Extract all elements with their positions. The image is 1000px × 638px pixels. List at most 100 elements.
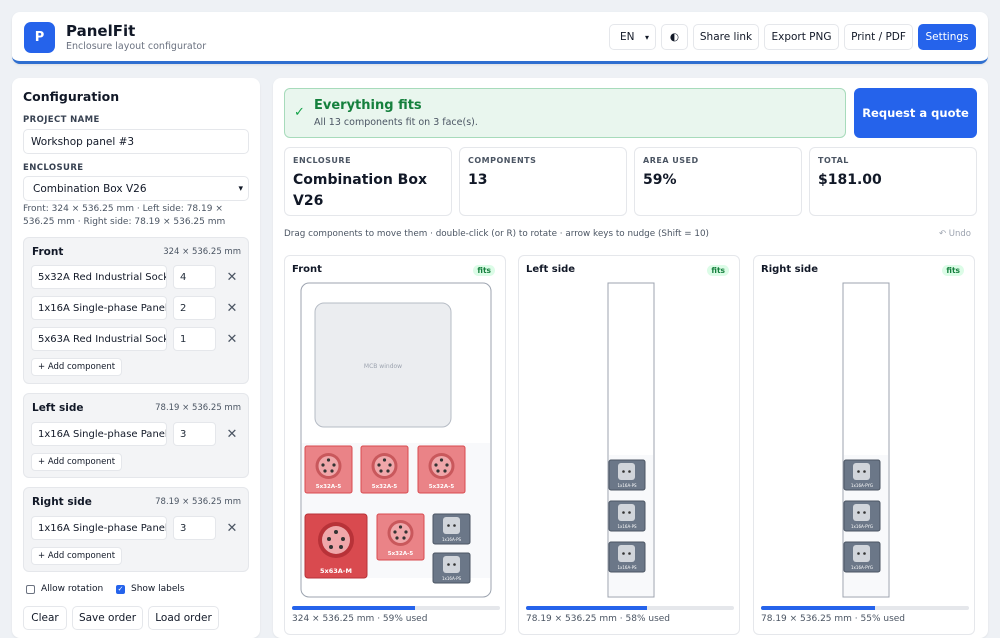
socket-label: 5x63A-M xyxy=(320,567,352,575)
checkbox-box[interactable] xyxy=(26,584,35,594)
socket-5x32a[interactable]: 5x32A-5 xyxy=(417,445,466,494)
face-group-left-side: Left side 78.19 × 536.25 mm 1x16A Single… xyxy=(23,393,249,478)
component-name-input[interactable]: 1x16A Single-phase Panel Socket xyxy=(31,422,167,446)
configuration-sidebar: Configuration PROJECT NAME Workshop pane… xyxy=(12,78,260,638)
component-qty-input[interactable]: 3 xyxy=(173,516,216,540)
component-name-input[interactable]: 1x16A Single-phase Panel Socket xyxy=(31,296,167,320)
face-name: Front xyxy=(32,246,64,258)
component-qty-input[interactable]: 3 xyxy=(173,422,216,446)
face-panel-front: Front fits MCB window 5x32A-5 5x32A-5 5x… xyxy=(284,255,506,635)
stat-label: AREA USED xyxy=(643,156,699,165)
allow-rotation-label: Allow rotation xyxy=(41,584,104,594)
remove-component-close-icon[interactable]: ✕ xyxy=(225,516,239,540)
left-face-canvas: 1x16A-PS 1x16A-PS 1x16A-PS xyxy=(607,282,655,598)
enclosure-select[interactable]: Combination Box V26 ▾ xyxy=(23,176,249,201)
face-panel-right-side: Right side fits 1x16A-PYG 1x16A-PYG 1x16… xyxy=(753,255,975,635)
app-subtitle: Enclosure layout configurator xyxy=(66,41,207,52)
socket-5x32a[interactable]: 5x32A-5 xyxy=(360,445,409,494)
face-group-front: Front 324 × 536.25 mm 5x32A Red Industri… xyxy=(23,237,249,384)
socket-label: 1x16A-PS xyxy=(617,524,637,529)
component-qty-input[interactable]: 2 xyxy=(173,296,216,320)
socket-1x16a[interactable]: 1x16A-PYG xyxy=(843,500,881,532)
component-name-input[interactable]: 5x63A Red Industrial Socket xyxy=(31,327,167,351)
chevron-down-icon: ▾ xyxy=(644,32,649,42)
remove-component-close-icon[interactable]: ✕ xyxy=(225,296,239,320)
check-icon: ✓ xyxy=(294,105,305,120)
socket-label: 1x16A-PYG xyxy=(851,483,873,488)
stat-value: 59% xyxy=(643,172,677,188)
show-labels-label: Show labels xyxy=(131,584,185,594)
add-component-button[interactable]: + Add component xyxy=(31,358,123,376)
stat-label: COMPONENTS xyxy=(468,156,537,165)
socket-1x16a[interactable]: 1x16A-PS xyxy=(608,500,646,532)
socket-1x16a[interactable]: 1x16A-PS xyxy=(608,541,646,573)
enclosure-label: ENCLOSURE xyxy=(23,163,84,173)
socket-1x16a[interactable]: 1x16A-PYG xyxy=(843,541,881,573)
usage-bar-fill xyxy=(292,606,415,610)
stat-card-components: COMPONENTS 13 xyxy=(459,147,627,216)
stat-label: ENCLOSURE xyxy=(293,156,352,165)
right-face-canvas: 1x16A-PYG 1x16A-PYG 1x16A-PYG xyxy=(842,282,890,598)
undo-button[interactable]: ↶ Undo xyxy=(939,229,971,239)
socket-label: 1x16A-PYG xyxy=(851,565,873,570)
add-component-button[interactable]: + Add component xyxy=(31,547,123,565)
socket-label: 5x32A-5 xyxy=(372,484,398,490)
socket-label: 5x32A-5 xyxy=(316,484,342,490)
layout-main: ✓ Everything fits All 13 components fit … xyxy=(273,78,988,638)
socket-1x16a[interactable]: 1x16A-PYG xyxy=(843,459,881,491)
usage-bar xyxy=(292,606,500,610)
usage-bar xyxy=(761,606,969,610)
theme-toggle-button[interactable]: ◐ xyxy=(661,24,688,50)
export-png-button[interactable]: Export PNG xyxy=(764,24,839,50)
stat-card-enclosure: ENCLOSURE Combination Box V26 xyxy=(284,147,452,216)
show-labels-checkbox[interactable]: ✓ Show labels xyxy=(116,584,185,594)
save-order-button[interactable]: Save order xyxy=(72,606,143,630)
socket-5x32a[interactable]: 5x32A-5 xyxy=(304,445,353,494)
face-name: Left side xyxy=(32,402,84,414)
face-panel-footer: 324 × 536.25 mm · 59% used xyxy=(292,614,428,624)
request-quote-button[interactable]: Request a quote xyxy=(854,88,977,138)
component-qty-input[interactable]: 4 xyxy=(173,265,216,289)
face-dimensions: 324 × 536.25 mm xyxy=(163,247,241,257)
add-component-button[interactable]: + Add component xyxy=(31,453,123,471)
remove-component-close-icon[interactable]: ✕ xyxy=(225,265,239,289)
remove-component-close-icon[interactable]: ✕ xyxy=(225,422,239,446)
socket-1x16a[interactable]: 1x16A-PS xyxy=(432,513,471,545)
print-pdf-button[interactable]: Print / PDF xyxy=(844,24,913,50)
stat-label: TOTAL xyxy=(818,156,849,165)
enclosure-select-value: Combination Box V26 xyxy=(33,182,147,195)
socket-5x63a[interactable]: 5x63A-M xyxy=(304,513,368,579)
clear-button[interactable]: Clear xyxy=(23,606,67,630)
app-title: PanelFit xyxy=(66,22,136,40)
allow-rotation-checkbox[interactable]: Allow rotation xyxy=(26,584,103,594)
face-name: Right side xyxy=(32,496,92,508)
fit-status-subtitle: All 13 components fit on 3 face(s). xyxy=(314,117,478,128)
project-name-input[interactable]: Workshop panel #3 xyxy=(23,129,249,154)
settings-button[interactable]: Settings xyxy=(918,24,976,50)
share-link-button[interactable]: Share link xyxy=(693,24,759,50)
socket-label: 1x16A-PS xyxy=(617,565,637,570)
check-icon[interactable]: ✓ xyxy=(116,584,125,594)
stat-card-total: TOTAL $181.00 xyxy=(809,147,977,216)
socket-1x16a[interactable]: 1x16A-PS xyxy=(432,552,471,584)
remove-component-close-icon[interactable]: ✕ xyxy=(225,327,239,351)
component-qty-input[interactable]: 1 xyxy=(173,327,216,351)
stat-value: Combination Box V26 xyxy=(293,172,427,209)
socket-1x16a[interactable]: 1x16A-PS xyxy=(608,459,646,491)
theme-icon: ◐ xyxy=(669,31,680,43)
socket-label: 1x16A-PS xyxy=(442,537,462,542)
face-group-right-side: Right side 78.19 × 536.25 mm 1x16A Singl… xyxy=(23,487,249,572)
socket-label: 5x32A-5 xyxy=(429,484,455,490)
fit-status-banner: ✓ Everything fits All 13 components fit … xyxy=(284,88,846,138)
sidebar-title: Configuration xyxy=(23,89,120,104)
project-name-label: PROJECT NAME xyxy=(23,115,100,125)
load-order-button[interactable]: Load order xyxy=(148,606,219,630)
mcb-window-label: MCB window xyxy=(364,363,402,370)
socket-5x32a[interactable]: 5x32A-5 xyxy=(376,513,425,561)
stat-value: $181.00 xyxy=(818,172,882,188)
component-name-input[interactable]: 1x16A Single-phase Panel Socket xyxy=(31,516,167,540)
language-select[interactable]: EN ▾ xyxy=(609,24,656,50)
face-panel-left-side: Left side fits 1x16A-PS 1x16A-PS 1x16A-P… xyxy=(518,255,740,635)
component-name-input[interactable]: 5x32A Red Industrial Socket xyxy=(31,265,167,289)
front-face-canvas: MCB window 5x32A-5 5x32A-5 5x32A-5 5x63A… xyxy=(300,282,492,598)
